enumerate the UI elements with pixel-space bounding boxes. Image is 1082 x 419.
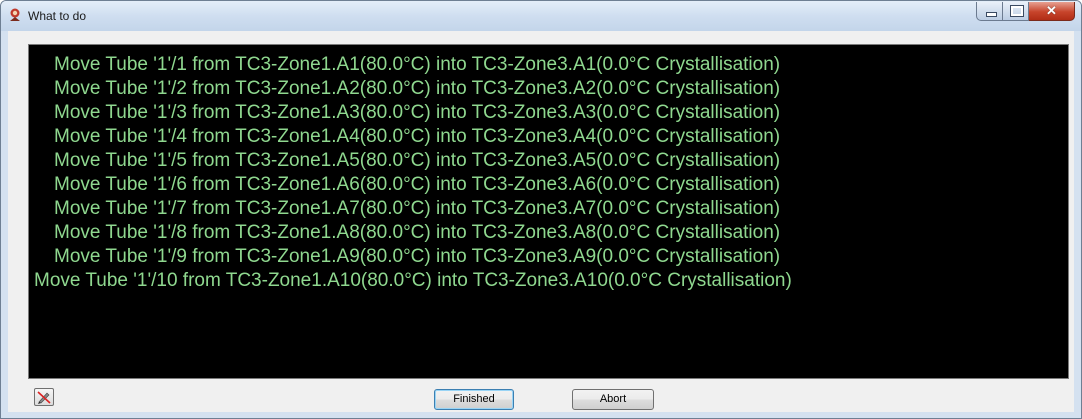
pen-icon: [37, 391, 51, 404]
caption-buttons: ✕: [976, 2, 1075, 22]
app-icon: [10, 8, 20, 21]
instructions-panel[interactable]: Move Tube '1'/1 from TC3-Zone1.A1(80.0°C…: [28, 44, 1069, 379]
minimize-icon: [986, 12, 997, 17]
pen-button[interactable]: [34, 388, 54, 406]
instruction-line: Move Tube '1'/5 from TC3-Zone1.A5(80.0°C…: [54, 150, 781, 171]
maximize-icon: [1010, 5, 1024, 17]
instruction-line: Move Tube '1'/9 from TC3-Zone1.A9(80.0°C…: [54, 246, 781, 267]
instruction-line: Move Tube '1'/2 from TC3-Zone1.A2(80.0°C…: [54, 78, 781, 99]
maximize-button[interactable]: [1003, 2, 1029, 21]
abort-button[interactable]: Abort: [572, 389, 654, 410]
instruction-line: Move Tube '1'/6 from TC3-Zone1.A6(80.0°C…: [54, 174, 781, 195]
instruction-line: Move Tube '1'/4 from TC3-Zone1.A4(80.0°C…: [54, 126, 781, 147]
window-client-area: Move Tube '1'/1 from TC3-Zone1.A1(80.0°C…: [8, 31, 1074, 412]
button-bar: Finished Abort: [8, 379, 1074, 412]
close-button[interactable]: ✕: [1029, 2, 1075, 21]
instruction-line: Move Tube '1'/8 from TC3-Zone1.A8(80.0°C…: [54, 222, 781, 243]
instruction-line: Move Tube '1'/7 from TC3-Zone1.A7(80.0°C…: [54, 198, 781, 219]
what-to-do-window: What to do ✕ Move Tube '1'/1 from TC3-Zo…: [0, 0, 1082, 419]
finished-button[interactable]: Finished: [434, 389, 514, 410]
instruction-line: Move Tube '1'/10 from TC3-Zone1.A10(80.0…: [34, 270, 792, 291]
minimize-button[interactable]: [976, 2, 1003, 21]
instruction-line: Move Tube '1'/3 from TC3-Zone1.A3(80.0°C…: [54, 102, 781, 123]
close-icon: ✕: [1046, 3, 1057, 18]
title-bar[interactable]: What to do ✕: [1, 1, 1081, 31]
window-title: What to do: [28, 9, 87, 23]
instruction-line: Move Tube '1'/1 from TC3-Zone1.A1(80.0°C…: [54, 54, 781, 75]
